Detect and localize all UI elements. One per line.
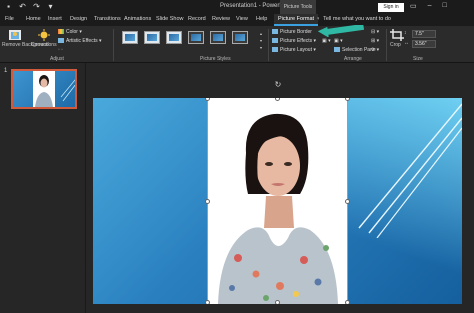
tell-me-search[interactable]: ♀ Tell me what you want to do [316,16,391,22]
ribbon-tabs: File Home Insert Design Transitions Anim… [0,14,474,26]
width-input[interactable]: 3.56" [412,40,436,48]
resize-handle-bottom-left[interactable] [205,300,210,304]
slide-editor: ↻ [86,63,474,313]
color-button[interactable]: Color ▾ [58,29,82,35]
callout-arrow-icon [318,25,364,37]
powerpoint-window: ▪ ↶ ↷ ▾ Presentation1 - PowerPoint Pictu… [0,0,474,313]
tab-animations[interactable]: Animations [124,16,151,22]
remove-background-button[interactable]: Remove Background [2,42,49,48]
tab-file[interactable]: File [5,16,14,22]
slide-thumbnail[interactable] [11,69,77,109]
selection-pane-button[interactable]: Selection Pane [334,47,376,53]
ribbon-picture-format: Remove Background Corrections Color ▾ Ar… [0,26,474,63]
picture-style-2[interactable] [144,31,160,44]
picture-style-5[interactable] [210,31,226,44]
group-divider [386,29,387,61]
tab-home[interactable]: Home [26,16,41,22]
height-input[interactable]: 7.5" [412,30,436,38]
adjust-group-label: Adjust [50,56,64,62]
group-divider [268,29,269,61]
tab-slide-show[interactable]: Slide Show [156,16,184,22]
slide-1[interactable] [93,98,462,304]
corrections-button[interactable]: Corrections [31,42,57,48]
height-icon: ↕ [404,30,407,36]
selection-pane-icon [334,47,340,52]
thumbnail-photo [33,71,55,107]
picture-styles-group-label: Picture Styles [200,56,231,62]
resize-handle-bottom-right[interactable] [345,300,350,304]
window-controls: ▭ – □ [410,2,447,10]
tab-help[interactable]: Help [256,16,267,22]
quick-access-toolbar: ▪ ↶ ↷ ▾ [4,2,55,11]
gallery-scroll[interactable]: ▴ ▾ ▾ [260,30,265,52]
picture-effects-label: Picture Effects [280,38,313,44]
tab-design[interactable]: Design [70,16,87,22]
maximize-icon[interactable]: □ [443,2,447,10]
ribbon-display-icon[interactable]: ▭ [410,2,417,10]
picture-tools-context-label: Picture Tools [280,0,316,14]
picture-border-button[interactable]: Picture Border [272,29,312,35]
artistic-effects-icon [58,38,64,43]
undo-icon[interactable]: ↶ [18,2,27,11]
sign-in-button[interactable]: Sign in [378,3,404,12]
resize-handle-left[interactable] [205,199,210,204]
tab-transitions[interactable]: Transitions [94,16,121,22]
send-backward-icon[interactable]: ▣ ▾ [334,38,343,44]
picture-border-icon [272,29,278,34]
minimize-icon[interactable]: – [428,2,432,10]
title-bar: ▪ ↶ ↷ ▾ Presentation1 - PowerPoint Pictu… [0,0,474,14]
artistic-effects-button[interactable]: Artistic Effects ▾ [58,38,102,44]
color-label: Color [66,29,78,35]
resize-handle-right[interactable] [345,199,350,204]
size-group-label: Size [413,56,423,62]
group-divider [113,29,114,61]
crop-button[interactable]: Crop [390,42,401,48]
picture-effects-icon [272,38,278,43]
picture-style-6[interactable] [232,31,248,44]
corrections-icon[interactable] [37,29,51,41]
color-icon [58,29,64,34]
picture-layout-label: Picture Layout [280,47,312,53]
picture-style-3[interactable] [166,31,182,44]
portrait-photo[interactable] [208,98,347,304]
lightbulb-icon: ♀ [316,16,321,22]
picture-style-1[interactable] [122,31,138,44]
picture-layout-icon [272,47,278,52]
save-icon[interactable]: ▪ [4,2,13,11]
slide-number: 1 [4,68,8,74]
picture-effects-button[interactable]: Picture Effects ▾ [272,38,316,44]
rotate-icon[interactable]: ⟳ ▾ [371,47,379,53]
picture-layout-button[interactable]: Picture Layout ▾ [272,47,316,53]
align-icon[interactable]: ⊟ ▾ [371,29,379,35]
resize-handle-bottom[interactable] [275,300,280,304]
group-icon[interactable]: ⊞ ▾ [371,38,379,44]
crop-icon[interactable] [390,29,404,41]
decorative-lines [358,103,462,238]
tab-record[interactable]: Record [188,16,206,22]
compress-pictures-icon[interactable]: ▫ ▫ [58,47,63,53]
picture-border-label: Picture Border [280,29,312,35]
width-icon: ↔ [404,40,409,46]
slides-pane: 1 [0,63,86,313]
tell-me-text: Tell me what you want to do [323,16,391,22]
remove-background-icon[interactable] [8,29,22,41]
tab-picture-format[interactable]: Picture Format [274,14,319,26]
tab-view[interactable]: View [236,16,248,22]
tab-review[interactable]: Review [212,16,230,22]
tab-insert[interactable]: Insert [48,16,62,22]
artistic-effects-label: Artistic Effects [66,38,98,44]
picture-style-4[interactable] [188,31,204,44]
rotate-handle-icon[interactable]: ↻ [274,81,282,89]
bring-forward-icon[interactable]: ▣ ▾ [322,38,331,44]
redo-icon[interactable]: ↷ [32,2,41,11]
customize-qat-icon[interactable]: ▾ [46,2,55,11]
arrange-group-label: Arrange [344,56,362,62]
